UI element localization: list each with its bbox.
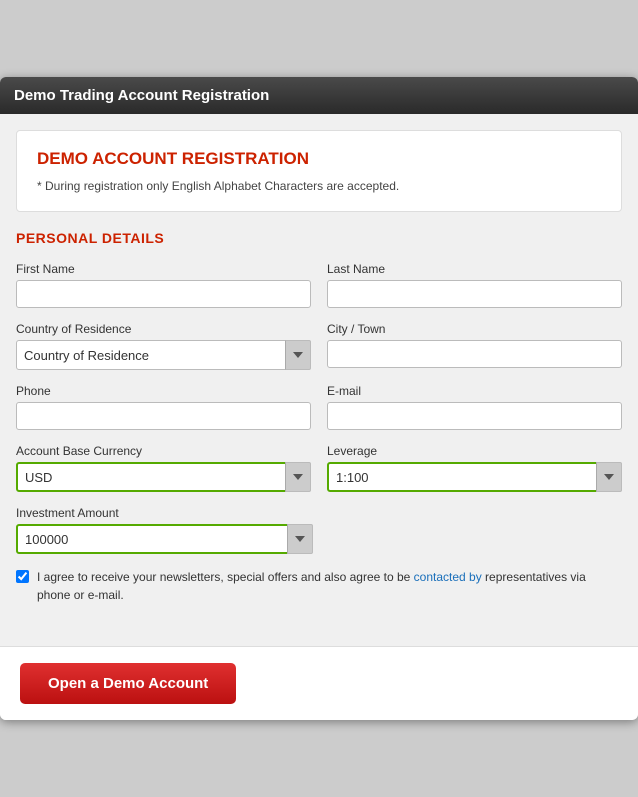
leverage-label: Leverage bbox=[327, 444, 622, 458]
currency-select-wrapper: USD EUR GBP bbox=[16, 462, 311, 492]
email-input[interactable] bbox=[327, 402, 622, 430]
country-city-row: Country of Residence Country of Residenc… bbox=[16, 322, 622, 370]
leverage-group: Leverage 1:10 1:50 1:100 1:200 1:500 bbox=[327, 444, 622, 492]
bottom-bar: Open a Demo Account bbox=[0, 646, 638, 720]
agreement-link[interactable]: contacted by bbox=[414, 570, 482, 584]
country-select[interactable]: Country of Residence bbox=[16, 340, 311, 370]
currency-label: Account Base Currency bbox=[16, 444, 311, 458]
agreement-checkbox[interactable] bbox=[16, 570, 29, 583]
info-box-note: * During registration only English Alpha… bbox=[37, 179, 601, 193]
city-group: City / Town bbox=[327, 322, 622, 370]
city-label: City / Town bbox=[327, 322, 622, 336]
city-input[interactable] bbox=[327, 340, 622, 368]
agreement-text: I agree to receive your newsletters, spe… bbox=[37, 568, 622, 604]
body: DEMO ACCOUNT REGISTRATION * During regis… bbox=[0, 114, 638, 646]
investment-label: Investment Amount bbox=[16, 506, 313, 520]
email-group: E-mail bbox=[327, 384, 622, 430]
country-label: Country of Residence bbox=[16, 322, 311, 336]
country-select-wrapper: Country of Residence bbox=[16, 340, 311, 370]
investment-select[interactable]: 100000 50000 25000 10000 bbox=[16, 524, 313, 554]
investment-group: Investment Amount 100000 50000 25000 100… bbox=[16, 506, 313, 554]
personal-details-title: PERSONAL DETAILS bbox=[16, 230, 622, 246]
first-name-label: First Name bbox=[16, 262, 311, 276]
title-bar: Demo Trading Account Registration bbox=[0, 77, 638, 114]
leverage-select-wrapper: 1:10 1:50 1:100 1:200 1:500 bbox=[327, 462, 622, 492]
investment-row: Investment Amount 100000 50000 25000 100… bbox=[16, 506, 622, 554]
name-row: First Name Last Name bbox=[16, 262, 622, 308]
phone-group: Phone bbox=[16, 384, 311, 430]
currency-group: Account Base Currency USD EUR GBP bbox=[16, 444, 311, 492]
investment-select-wrapper: 100000 50000 25000 10000 bbox=[16, 524, 313, 554]
first-name-input[interactable] bbox=[16, 280, 311, 308]
phone-label: Phone bbox=[16, 384, 311, 398]
window-title: Demo Trading Account Registration bbox=[14, 87, 269, 104]
main-window: Demo Trading Account Registration DEMO A… bbox=[0, 77, 638, 720]
currency-leverage-row: Account Base Currency USD EUR GBP Levera… bbox=[16, 444, 622, 492]
first-name-group: First Name bbox=[16, 262, 311, 308]
phone-input[interactable] bbox=[16, 402, 311, 430]
info-box-title: DEMO ACCOUNT REGISTRATION bbox=[37, 149, 601, 169]
country-group: Country of Residence Country of Residenc… bbox=[16, 322, 311, 370]
last-name-group: Last Name bbox=[327, 262, 622, 308]
agreement-row: I agree to receive your newsletters, spe… bbox=[16, 568, 622, 604]
email-label: E-mail bbox=[327, 384, 622, 398]
info-box: DEMO ACCOUNT REGISTRATION * During regis… bbox=[16, 130, 622, 212]
open-demo-account-button[interactable]: Open a Demo Account bbox=[20, 663, 236, 704]
currency-select[interactable]: USD EUR GBP bbox=[16, 462, 311, 492]
last-name-label: Last Name bbox=[327, 262, 622, 276]
leverage-select[interactable]: 1:10 1:50 1:100 1:200 1:500 bbox=[327, 462, 622, 492]
form-section: PERSONAL DETAILS First Name Last Name Co… bbox=[16, 230, 622, 630]
phone-email-row: Phone E-mail bbox=[16, 384, 622, 430]
last-name-input[interactable] bbox=[327, 280, 622, 308]
